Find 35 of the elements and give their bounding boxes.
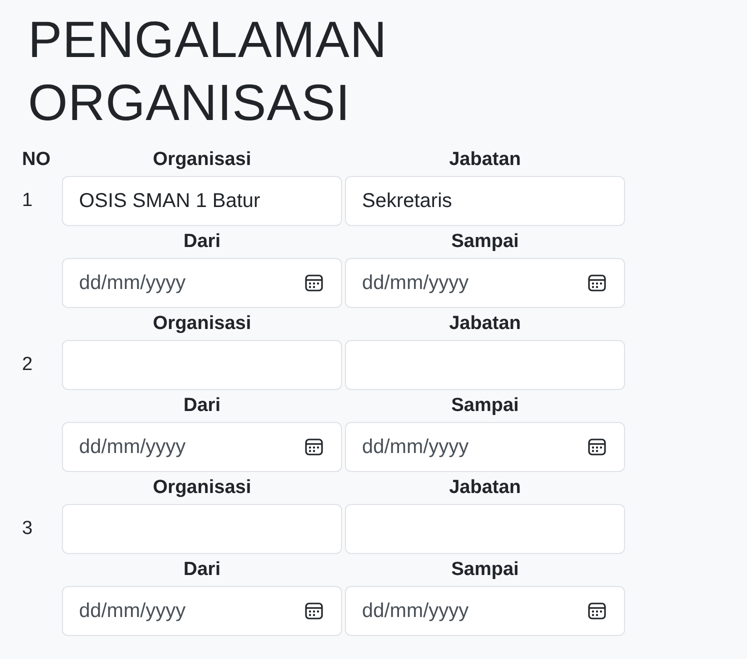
text-field[interactable] bbox=[345, 340, 625, 390]
field-label: Dari bbox=[182, 558, 222, 582]
field-label: Organisasi bbox=[152, 476, 252, 500]
calendar-icon[interactable] bbox=[304, 273, 324, 293]
text-field[interactable] bbox=[62, 504, 342, 554]
calendar-icon[interactable] bbox=[587, 601, 607, 621]
date-field[interactable]: dd/mm/yyyy bbox=[62, 258, 342, 308]
column-header: Organisasi bbox=[152, 148, 252, 172]
calendar-icon[interactable] bbox=[304, 601, 324, 621]
date-field[interactable]: dd/mm/yyyy bbox=[345, 422, 625, 472]
date-field[interactable]: dd/mm/yyyy bbox=[345, 586, 625, 636]
field-label: Jabatan bbox=[448, 476, 522, 500]
column-header: Jabatan bbox=[448, 148, 522, 172]
column-header: NO bbox=[22, 148, 52, 172]
field-label: Dari bbox=[182, 394, 222, 418]
calendar-icon[interactable] bbox=[587, 437, 607, 457]
text-field[interactable] bbox=[345, 504, 625, 554]
calendar-icon[interactable] bbox=[587, 273, 607, 293]
field-label: Dari bbox=[182, 230, 222, 254]
date-field[interactable]: dd/mm/yyyy bbox=[62, 586, 342, 636]
date-field[interactable]: dd/mm/yyyy bbox=[345, 258, 625, 308]
page-title: PENGALAMAN ORGANISASI bbox=[28, 10, 388, 133]
text-field[interactable]: Sekretaris bbox=[345, 176, 625, 226]
field-label: Sampai bbox=[450, 558, 520, 582]
text-field[interactable] bbox=[62, 340, 342, 390]
date-field[interactable]: dd/mm/yyyy bbox=[62, 422, 342, 472]
field-label: Organisasi bbox=[152, 312, 252, 336]
field-label: Sampai bbox=[450, 394, 520, 418]
row-number: 3 bbox=[22, 517, 34, 541]
row-number: 1 bbox=[22, 189, 34, 213]
row-number: 2 bbox=[22, 353, 34, 377]
field-label: Jabatan bbox=[448, 312, 522, 336]
calendar-icon[interactable] bbox=[304, 437, 324, 457]
text-field[interactable]: OSIS SMAN 1 Batur bbox=[62, 176, 342, 226]
field-label: Sampai bbox=[450, 230, 520, 254]
